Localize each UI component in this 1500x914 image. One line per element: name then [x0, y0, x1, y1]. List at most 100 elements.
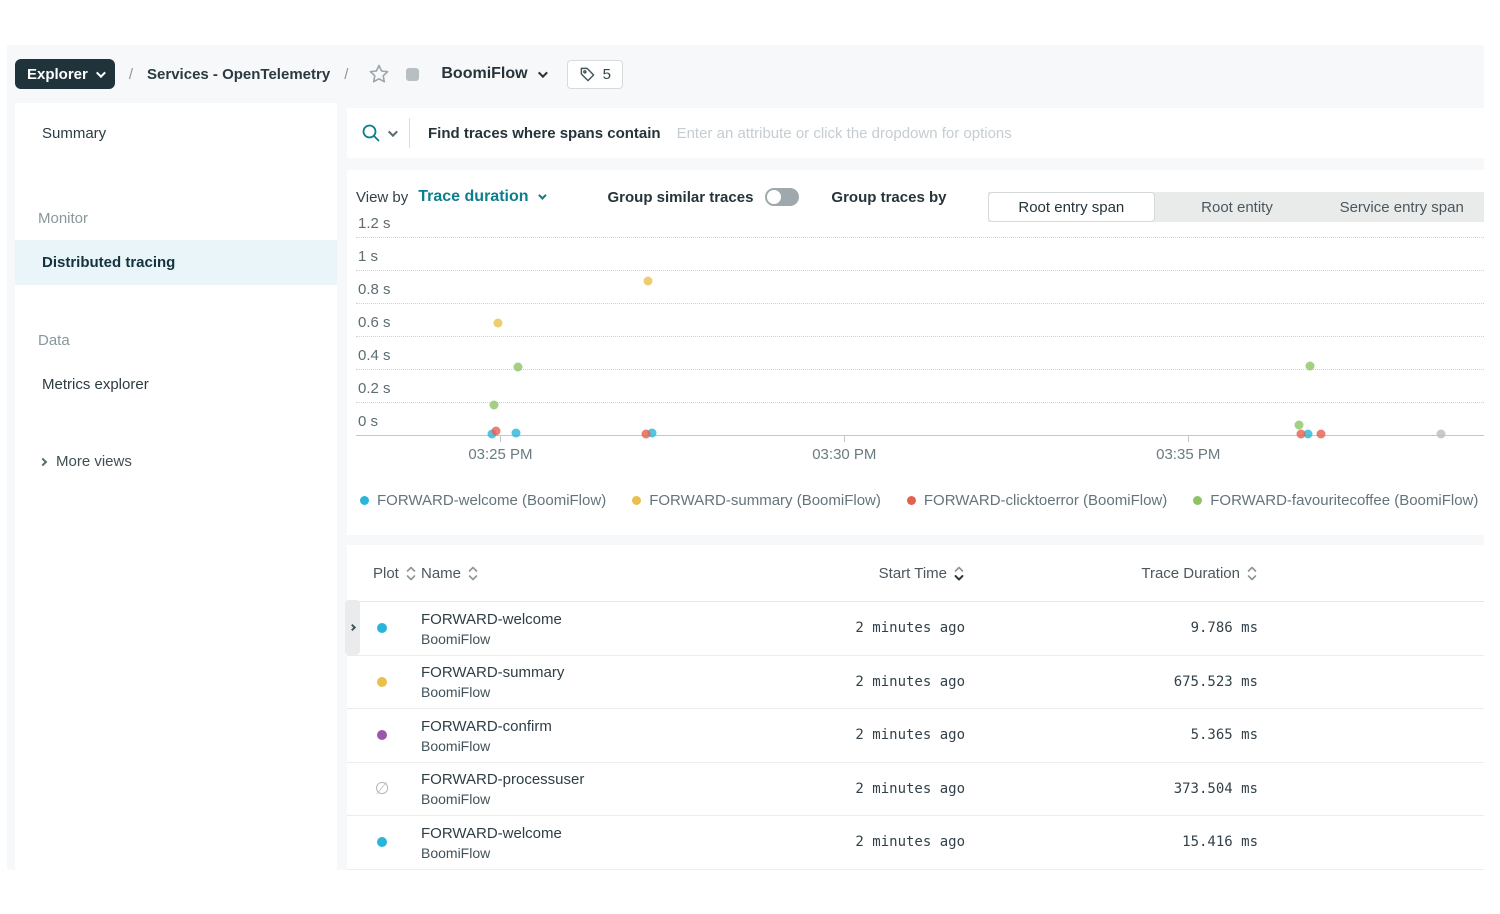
trace-data-point[interactable]: [643, 277, 652, 286]
trace-table-panel: Plot Name Start Time Trace Duration FORW…: [347, 545, 1484, 870]
favorite-star-icon[interactable]: [368, 63, 390, 85]
sidebar: Summary Monitor Distributed tracing Data…: [15, 103, 337, 870]
y-axis-tick-label: 0.8 s: [358, 281, 391, 298]
trace-data-point[interactable]: [642, 429, 651, 438]
breadcrumb-service-link[interactable]: Services - OpenTelemetry: [147, 66, 330, 83]
trace-filter-input[interactable]: [677, 125, 1484, 142]
chart-controls: View by Trace duration Group similar tra…: [347, 180, 1484, 214]
x-axis-tick: [500, 435, 501, 442]
sidebar-item-metrics-explorer[interactable]: Metrics explorer: [15, 366, 337, 403]
series-dot-icon: [632, 496, 641, 505]
tags-button[interactable]: 5: [567, 60, 623, 89]
gridline: [356, 303, 1484, 304]
gridline: [356, 237, 1484, 238]
legend-label: FORWARD-clicktoerror (BoomiFlow): [924, 492, 1167, 509]
trace-data-point[interactable]: [494, 319, 503, 328]
view-by-value: Trace duration: [418, 188, 528, 206]
legend-item-summary[interactable]: FORWARD-summary (BoomiFlow): [632, 492, 881, 509]
trace-data-point[interactable]: [490, 401, 499, 410]
sidebar-more-views[interactable]: More views: [15, 453, 337, 470]
search-dropdown[interactable]: [347, 122, 395, 144]
table-row[interactable]: FORWARD-summaryBoomiFlow 2 minutes ago 6…: [347, 656, 1484, 710]
group-by-label: Group traces by: [831, 189, 946, 206]
tag-count: 5: [603, 66, 611, 83]
sidebar-item-summary[interactable]: Summary: [15, 115, 337, 152]
chevron-down-icon: [538, 191, 546, 199]
trace-duration: 675.523 ms: [965, 674, 1258, 690]
start-time: 2 minutes ago: [717, 620, 965, 636]
table-row[interactable]: FORWARD-welcomeBoomiFlow 2 minutes ago 1…: [347, 816, 1484, 870]
legend-item-favouritecoffee[interactable]: FORWARD-favouritecoffee (BoomiFlow): [1193, 492, 1478, 509]
column-plot: Plot: [373, 565, 399, 582]
plot-dot-icon: [377, 623, 387, 633]
start-time: 2 minutes ago: [717, 834, 965, 850]
segment-service-entry-span[interactable]: Service entry span: [1319, 192, 1484, 222]
segment-root-entry-span[interactable]: Root entry span: [988, 192, 1155, 222]
trace-data-point[interactable]: [1305, 361, 1314, 370]
trace-data-point[interactable]: [514, 363, 523, 372]
table-header: Plot Name Start Time Trace Duration: [347, 545, 1484, 602]
gridline: [356, 369, 1484, 370]
trace-data-point[interactable]: [1436, 429, 1445, 438]
search-icon: [360, 122, 382, 144]
plot-dot-icon: [377, 677, 387, 687]
trace-duration: 9.786 ms: [965, 620, 1258, 636]
explorer-label: Explorer: [27, 66, 88, 83]
trace-duration: 5.365 ms: [965, 727, 1258, 743]
explorer-menu-button[interactable]: Explorer: [15, 59, 115, 89]
group-similar-toggle[interactable]: [765, 188, 799, 206]
breadcrumb-separator: /: [129, 66, 133, 83]
sort-icon[interactable]: [1246, 565, 1258, 582]
gridline: [356, 336, 1484, 337]
entity-name: BoomiFlow: [441, 65, 527, 83]
sidebar-section-monitor: Monitor: [15, 201, 337, 236]
breadcrumb: Explorer / Services - OpenTelemetry / Bo…: [7, 45, 1484, 103]
trace-data-point[interactable]: [1294, 421, 1303, 430]
trace-duration: 15.416 ms: [965, 834, 1258, 850]
column-start-time: Start Time: [879, 565, 947, 582]
trace-entity: BoomiFlow: [421, 737, 717, 756]
trace-name: FORWARD-welcome: [421, 824, 717, 844]
legend-label: FORWARD-summary (BoomiFlow): [649, 492, 881, 509]
x-axis-tick: [1188, 435, 1189, 442]
trace-entity: BoomiFlow: [421, 683, 717, 702]
x-axis-tick-label: 03:30 PM: [812, 446, 876, 463]
trace-filter-bar: Find traces where spans contain: [347, 108, 1484, 158]
trace-name: FORWARD-summary: [421, 663, 717, 683]
entity-selector[interactable]: BoomiFlow: [441, 65, 544, 83]
legend-item-welcome[interactable]: FORWARD-welcome (BoomiFlow): [360, 492, 606, 509]
trace-name: FORWARD-confirm: [421, 717, 717, 737]
y-axis-tick-label: 0.4 s: [358, 347, 391, 364]
divider: [409, 118, 410, 148]
group-similar-label: Group similar traces: [608, 189, 754, 206]
trace-entity: BoomiFlow: [421, 844, 717, 863]
table-row[interactable]: ∅ FORWARD-processuserBoomiFlow 2 minutes…: [347, 763, 1484, 817]
table-row[interactable]: FORWARD-welcomeBoomiFlow 2 minutes ago 9…: [347, 602, 1484, 656]
start-time: 2 minutes ago: [717, 781, 965, 797]
trace-data-point[interactable]: [1297, 429, 1306, 438]
table-expand-handle[interactable]: [345, 600, 360, 655]
sort-icon[interactable]: [405, 565, 417, 582]
segment-root-entity[interactable]: Root entity: [1155, 192, 1320, 222]
legend-item-clicktoerror[interactable]: FORWARD-clicktoerror (BoomiFlow): [907, 492, 1167, 509]
view-by-dropdown[interactable]: Trace duration: [418, 188, 543, 206]
sidebar-item-distributed-tracing[interactable]: Distributed tracing: [15, 240, 337, 285]
trace-data-point[interactable]: [1316, 429, 1325, 438]
y-axis-tick-label: 1 s: [358, 248, 378, 265]
gridline: [356, 270, 1484, 271]
x-axis-tick-label: 03:35 PM: [1156, 446, 1220, 463]
trace-data-point[interactable]: [512, 428, 521, 437]
chevron-down-icon: [538, 68, 548, 78]
legend-label: FORWARD-favouritecoffee (BoomiFlow): [1210, 492, 1478, 509]
toggle-knob: [767, 190, 781, 204]
group-by-segmented-control: Root entry span Root entity Service entr…: [988, 192, 1484, 222]
trace-name: FORWARD-welcome: [421, 610, 717, 630]
scatter-plot[interactable]: 1.2 s1 s0.8 s0.6 s0.4 s0.2 s0 s03:25 PM0…: [356, 222, 1484, 435]
not-plotted-icon: ∅: [375, 779, 390, 799]
table-row[interactable]: FORWARD-confirmBoomiFlow 2 minutes ago 5…: [347, 709, 1484, 763]
y-axis-tick-label: 0.2 s: [358, 380, 391, 397]
sort-icon-active-desc[interactable]: [953, 565, 965, 582]
trace-data-point[interactable]: [492, 426, 501, 435]
y-axis-tick-label: 0 s: [358, 413, 378, 430]
sort-icon[interactable]: [467, 565, 479, 582]
